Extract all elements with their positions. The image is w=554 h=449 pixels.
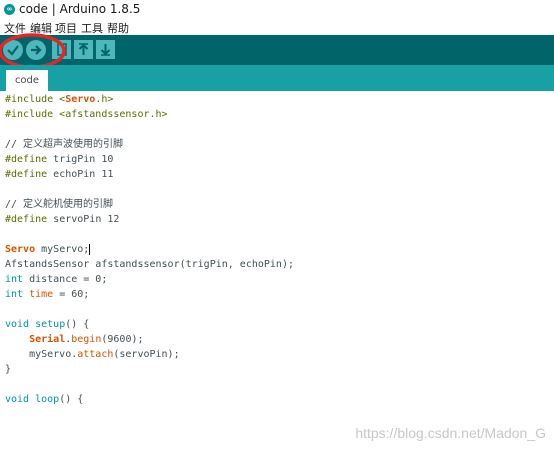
code-line: int time = 60; [5, 289, 90, 300]
menu-tools[interactable]: 工具 [81, 20, 103, 36]
tab-bar: code [0, 65, 554, 91]
window-title: code | Arduino 1.8.5 [19, 2, 141, 16]
code-line: #include <afstandssensor.h> [5, 109, 168, 120]
code-line: myServo.attach(servoPin); [5, 349, 180, 360]
code-line: // 定义舵机使用的引脚 [5, 199, 114, 210]
arrow-down-icon [100, 44, 111, 56]
code-line: #define trigPin 10 [5, 154, 114, 165]
title-bar: ∞ code | Arduino 1.8.5 [0, 0, 554, 19]
code-line: Servo myServo; [5, 243, 91, 255]
code-line: int distance = 0; [5, 274, 108, 285]
text-caret [89, 243, 91, 255]
watermark: https://blog.csdn.net/Madon_G [355, 425, 546, 441]
code-line: } [5, 364, 12, 375]
code-editor[interactable]: #include <Servo.h> #include <afstandssen… [0, 91, 554, 449]
arduino-logo-icon: ∞ [4, 4, 15, 15]
code-line: void loop() { [5, 394, 84, 405]
toolbar [0, 35, 554, 65]
code-line: AfstandsSensor afstandssensor(trigPin, e… [5, 259, 294, 270]
code-line: // 定义超声波使用的引脚 [5, 139, 124, 150]
code-line: #define echoPin 11 [5, 169, 114, 180]
tab-code[interactable]: code [6, 70, 48, 91]
code-line: #include <Servo.h> [5, 94, 114, 105]
menu-help[interactable]: 帮助 [107, 20, 129, 36]
arrow-up-icon [78, 43, 89, 55]
code-line: Serial.begin(9600); [29, 334, 144, 345]
save-button[interactable] [96, 40, 115, 59]
open-button[interactable] [74, 40, 93, 59]
code-line: #define servoPin 12 [5, 214, 120, 225]
menu-bar: 文件 编辑 项目 工具 帮助 [0, 19, 554, 35]
code-line: void setup() { [5, 319, 90, 330]
